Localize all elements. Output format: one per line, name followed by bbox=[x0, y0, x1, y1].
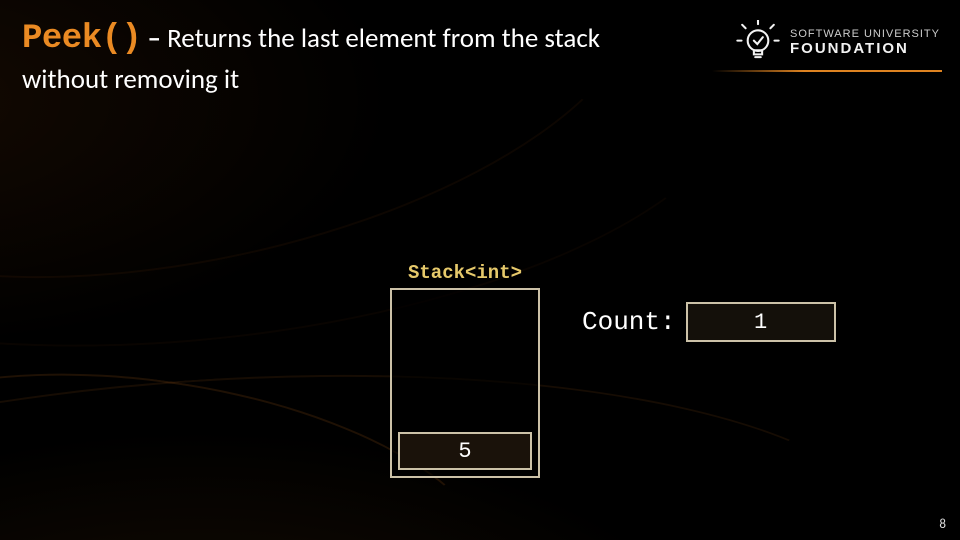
logo-text-line2: FOUNDATION bbox=[790, 40, 940, 57]
count-label: Count: bbox=[582, 307, 676, 337]
title-line2: without removing it bbox=[22, 63, 600, 97]
count-display: Count: 1 bbox=[582, 302, 836, 342]
slide-title: Peek() – Returns the last element from t… bbox=[22, 18, 600, 96]
title-dash: – bbox=[148, 22, 161, 55]
brand-logo: SOFTWARE UNIVERSITY FOUNDATION bbox=[736, 20, 940, 64]
lightbulb-icon bbox=[736, 20, 780, 64]
stack-type-label: Stack<int> bbox=[390, 262, 540, 284]
page-number: 8 bbox=[939, 517, 946, 532]
stack-container: 5 bbox=[390, 288, 540, 478]
logo-underline bbox=[712, 70, 942, 72]
stack-cell: 5 bbox=[398, 432, 532, 470]
count-value-box: 1 bbox=[686, 302, 836, 342]
method-name: Peek() bbox=[22, 20, 141, 58]
stack-visual: Stack<int> 5 bbox=[390, 262, 540, 478]
title-rest: Returns the last element from the stack bbox=[167, 22, 600, 55]
logo-text-line1: SOFTWARE UNIVERSITY bbox=[790, 28, 940, 40]
